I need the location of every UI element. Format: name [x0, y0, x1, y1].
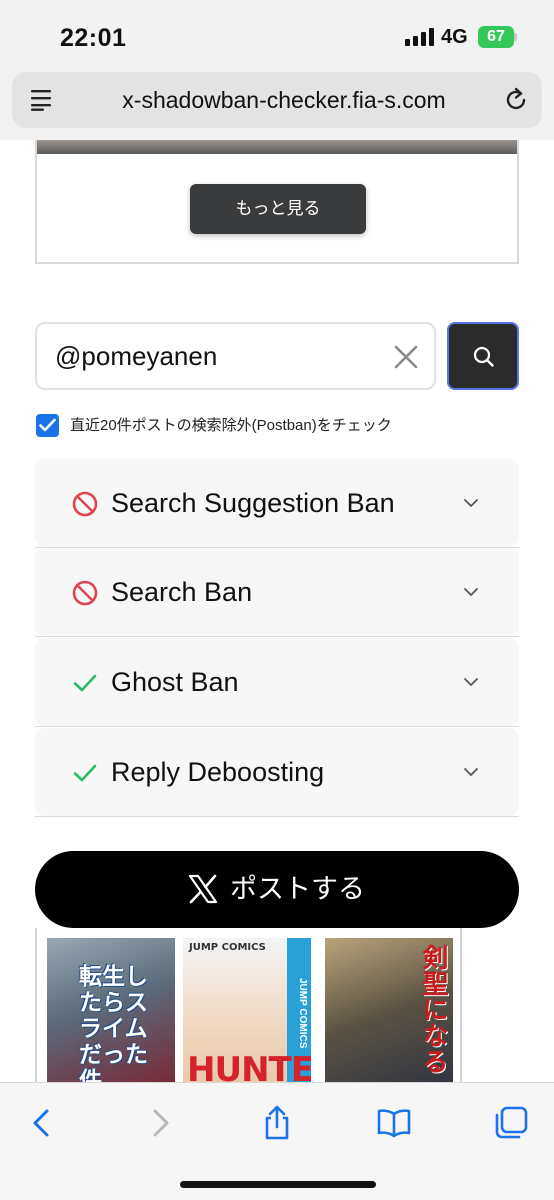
postban-checkbox[interactable]	[36, 414, 59, 437]
divider	[35, 636, 519, 637]
username-value[interactable]: pomeyanen	[81, 341, 217, 371]
comic-cover-3[interactable]: 剣聖になる	[325, 938, 453, 1082]
page-menu-icon[interactable]	[30, 88, 54, 112]
chevron-down-icon	[464, 588, 478, 596]
check-icon	[73, 674, 97, 692]
search-icon	[473, 346, 494, 367]
at-prefix: @	[55, 341, 82, 371]
check-label: Search Suggestion Ban	[111, 488, 395, 518]
cellular-signal-icon	[405, 28, 435, 46]
check-ghost-ban[interactable]: Ghost Ban	[35, 638, 519, 726]
network-type: 4G	[441, 26, 468, 48]
post-button-label: ポストする	[230, 874, 365, 904]
checkmark-icon	[39, 418, 56, 432]
divider	[35, 816, 519, 817]
home-indicator	[180, 1181, 376, 1188]
check-label: Search Ban	[111, 577, 253, 607]
comic-cover-1[interactable]: 転生したらスライムだった件	[47, 938, 175, 1082]
forward-icon[interactable]	[142, 1105, 178, 1141]
tabs-icon[interactable]	[493, 1105, 529, 1141]
address-bar[interactable]: x-shadowban-checker.fia-s.com	[12, 72, 542, 128]
status-time: 22:01	[60, 24, 127, 52]
cover-title: 剣聖になる	[418, 944, 448, 1074]
media-card: もっと見る	[35, 140, 519, 264]
post-to-x-button[interactable]: ポストする	[35, 851, 519, 928]
check-reply-deboosting[interactable]: Reply Deboosting	[35, 728, 519, 816]
cover-publisher: JUMP COMICS	[189, 942, 266, 953]
back-icon[interactable]	[24, 1105, 60, 1141]
cover-title: 転生したらスライムだった件	[79, 964, 148, 1082]
cover-band-text: JUMP COMICS	[297, 978, 308, 1049]
username-search-input[interactable]: @pomeyanen	[35, 322, 436, 390]
check-label: Ghost Ban	[111, 667, 239, 697]
browser-address-area: x-shadowban-checker.fia-s.com	[0, 64, 554, 140]
postban-checkbox-label[interactable]: 直近20件ポストの検索除外(Postban)をチェック	[70, 414, 392, 437]
search-button[interactable]	[447, 322, 519, 390]
cover-title: HUNTER	[187, 1050, 311, 1082]
check-search-ban[interactable]: Search Ban	[35, 548, 519, 636]
status-bar: 22:01 4G 67	[0, 0, 554, 64]
bookmarks-icon[interactable]	[376, 1105, 412, 1141]
prohibited-icon	[72, 580, 98, 606]
battery-icon: 67	[478, 26, 514, 48]
ad-banner[interactable]: 転生したらスライムだった件 JUMP COMICS JUMP COMICS HU…	[35, 928, 462, 1082]
divider	[35, 726, 519, 727]
prohibited-icon	[72, 491, 98, 517]
page-content: もっと見る @pomeyanen 直近20件ポストの検索除外(Postban)を…	[0, 140, 554, 1082]
search-value[interactable]: @pomeyanen	[55, 324, 217, 388]
reload-icon[interactable]	[502, 86, 530, 114]
chevron-down-icon	[464, 678, 478, 686]
share-icon[interactable]	[259, 1105, 295, 1141]
chevron-down-icon	[464, 768, 478, 776]
media-image	[37, 140, 517, 154]
battery-level: 67	[487, 28, 505, 45]
check-search-suggestion-ban[interactable]: Search Suggestion Ban	[35, 459, 519, 547]
check-label: Reply Deboosting	[111, 757, 325, 787]
comic-cover-2[interactable]: JUMP COMICS JUMP COMICS HUNTER	[183, 938, 311, 1082]
url-text[interactable]: x-shadowban-checker.fia-s.com	[104, 72, 464, 128]
check-icon	[73, 764, 97, 782]
battery-tip	[514, 33, 517, 41]
x-logo-icon	[188, 874, 218, 904]
chevron-down-icon	[464, 499, 478, 507]
clear-icon[interactable]	[393, 344, 419, 370]
show-more-button[interactable]: もっと見る	[190, 184, 366, 234]
